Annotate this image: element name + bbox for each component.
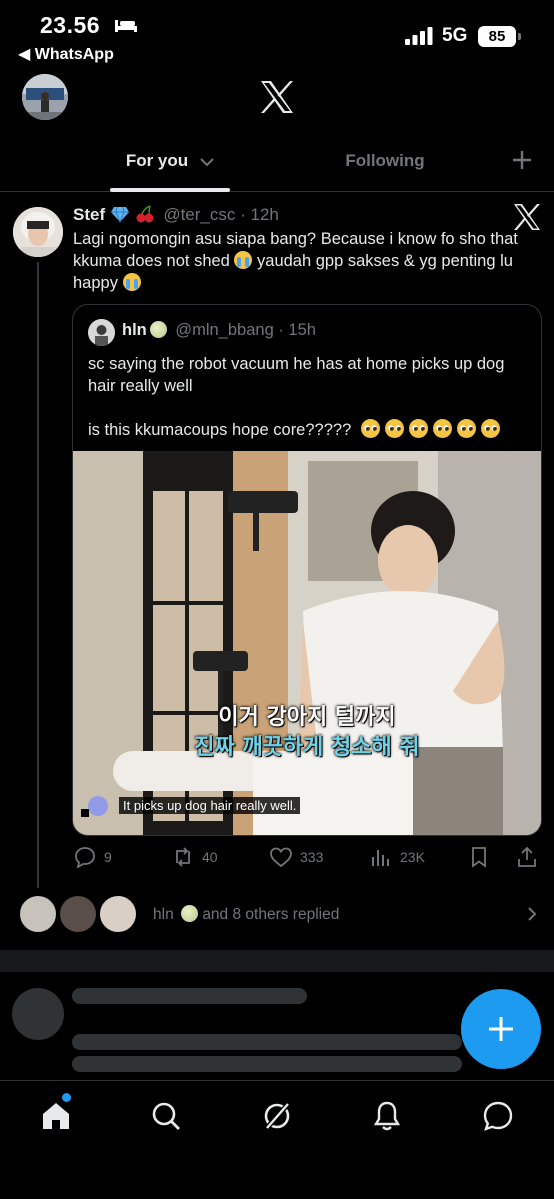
quoted-author-photo <box>88 319 115 346</box>
author-handle[interactable]: @ter_csc <box>163 205 235 224</box>
replied-summary-text: and 8 others replied <box>202 906 340 923</box>
quoted-tweet-text: sc saying the robot vacuum he has at hom… <box>88 353 528 441</box>
pleading-face-emoji-icon <box>408 419 428 438</box>
author-avatar[interactable] <box>13 207 63 257</box>
skeleton-line <box>72 988 307 1004</box>
cellular-signal-icon <box>405 27 433 45</box>
status-time: 23.56 <box>40 12 101 38</box>
pleading-face-emoji-icon <box>480 419 500 438</box>
network-type: 5G <box>442 25 468 46</box>
pleading-face-emoji-icon <box>384 419 404 438</box>
reply-count: 9 <box>104 849 112 865</box>
search-icon[interactable] <box>149 1099 183 1133</box>
reply-icon <box>75 847 95 868</box>
pleading-face-emoji-icon <box>432 419 452 438</box>
quoted-text-gap <box>88 397 528 419</box>
x-watermark-icon <box>514 204 540 230</box>
replier-avatar <box>18 894 58 934</box>
share-button[interactable] <box>516 842 538 872</box>
sleep-focus-icon <box>115 20 137 32</box>
crying-face-emoji-icon <box>122 273 141 291</box>
chevron-down-icon[interactable] <box>200 141 214 183</box>
replied-summary[interactable]: hln and 8 others replied <box>153 905 339 924</box>
reply-button[interactable]: 9 <box>74 842 112 872</box>
quoted-tweet-card[interactable]: hln @mln_bbang · 15h sc saying the robot… <box>72 304 542 836</box>
melon-emoji-icon <box>181 905 198 922</box>
crying-face-emoji-icon <box>234 251 253 269</box>
like-count: 333 <box>300 849 324 865</box>
author-photo <box>13 207 63 257</box>
add-feed-icon[interactable] <box>510 148 534 172</box>
tweet-text: Lagi ngomongin asu siapa bang? Because i… <box>73 228 545 294</box>
plus-icon <box>489 1017 513 1041</box>
compose-button[interactable] <box>461 989 541 1069</box>
skeleton-line <box>72 1056 462 1072</box>
quoted-author-handle[interactable]: @mln_bbang <box>175 321 273 339</box>
home-icon[interactable] <box>39 1099 73 1133</box>
grok-icon[interactable] <box>260 1099 294 1133</box>
quoted-tweet-time: · 15h <box>278 321 316 339</box>
quoted-text-line1: sc saying the robot vacuum he has at hom… <box>88 355 505 395</box>
quoted-author-avatar[interactable] <box>88 319 115 346</box>
tweet-actions-bar: 9 40 333 23K <box>72 842 542 872</box>
tweet-time: · 12h <box>240 205 279 224</box>
tab-for-you-label: For you <box>125 151 189 170</box>
bookmark-icon <box>472 847 486 868</box>
battery-cap <box>518 33 521 40</box>
home-notification-dot <box>62 1093 71 1102</box>
quoted-text-line2-wrap: is this kkumacoups hope core????? <box>88 419 528 441</box>
share-icon <box>518 846 536 867</box>
like-button[interactable]: 333 <box>270 842 323 872</box>
quoted-video-media[interactable]: 이거 강아지 털까지 진짜 깨끗하게 청소해 줘 It picks up dog… <box>73 451 541 835</box>
video-subtitle-korean-1: 이거 강아지 털까지 <box>218 705 396 730</box>
pleading-face-emoji-icon <box>360 419 380 438</box>
skeleton-avatar <box>12 988 64 1040</box>
repost-button[interactable]: 40 <box>172 842 218 872</box>
quoted-author-name[interactable]: hln <box>122 321 147 339</box>
chevron-right-icon[interactable] <box>524 905 540 923</box>
video-frame-illustration <box>73 451 541 835</box>
bottom-navigation <box>0 1080 554 1199</box>
status-bar: 23.56 ◀ WhatsApp 5G 85 <box>0 0 554 70</box>
messages-icon[interactable] <box>481 1099 515 1133</box>
thread-line <box>37 262 39 888</box>
battery-indicator: 85 <box>478 26 516 47</box>
profile-avatar[interactable] <box>22 74 68 120</box>
quoted-text-line2: is this kkumacoups hope core????? <box>88 421 352 439</box>
video-caption-english: It picks up dog hair really well. <box>119 797 301 814</box>
views-button[interactable]: 23K <box>370 842 425 872</box>
active-tab-indicator <box>110 188 230 192</box>
replied-lead-name: hln <box>153 906 174 923</box>
author-name[interactable]: Stef <box>73 205 105 224</box>
repost-icon <box>176 847 190 867</box>
section-divider <box>0 950 554 972</box>
replier-avatars[interactable] <box>18 894 140 934</box>
gem-emoji-icon <box>110 206 129 223</box>
tab-following[interactable]: Following <box>320 140 450 192</box>
quoted-tweet-header: hln @mln_bbang · 15h <box>122 321 316 340</box>
tab-for-you[interactable]: For you <box>110 140 230 192</box>
notifications-bell-icon[interactable] <box>370 1099 404 1133</box>
tweet-header: Stef @ter_csc · 12h <box>73 205 279 225</box>
x-logo-icon[interactable] <box>259 80 295 114</box>
profile-photo <box>22 74 68 120</box>
cherries-emoji-icon <box>136 205 154 223</box>
replier-avatar <box>98 894 138 934</box>
replier-avatar <box>58 894 98 934</box>
repost-count: 40 <box>202 849 218 865</box>
pleading-face-emoji-icon <box>456 419 476 438</box>
view-count: 23K <box>400 849 425 865</box>
bookmark-button[interactable] <box>468 842 490 872</box>
back-to-app-link[interactable]: ◀ WhatsApp <box>18 44 114 64</box>
skeleton-line <box>72 1034 462 1050</box>
timeline-tabs: For you Following <box>0 140 554 192</box>
views-icon <box>372 850 389 866</box>
melon-emoji-icon <box>149 321 167 338</box>
heart-icon <box>270 847 292 868</box>
video-subtitle-korean-2: 진짜 깨끗하게 청소해 줘 <box>194 735 420 760</box>
